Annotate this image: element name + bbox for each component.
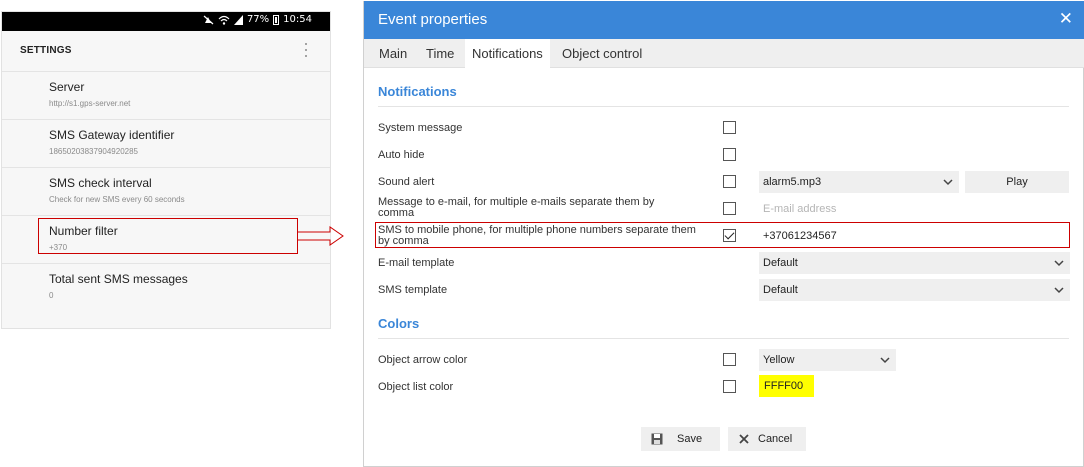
email-message-checkbox[interactable] xyxy=(723,202,736,215)
sms-template-value: Default xyxy=(763,284,798,296)
setting-item-sms-check-interval[interactable]: SMS check interval Check for new SMS eve… xyxy=(2,167,330,215)
page-title: SETTINGS xyxy=(20,45,72,56)
android-settings-screen: 77% 10:54 SETTINGS Server http://s1.gps-… xyxy=(1,11,331,329)
event-properties-dialog: Event properties ✕ Main Time Notificatio… xyxy=(363,1,1084,467)
play-button[interactable]: Play xyxy=(965,171,1069,193)
battery-percent: 77% xyxy=(246,14,270,25)
object-list-color-label: Object list color xyxy=(378,381,454,393)
setting-label: Server xyxy=(49,80,85,94)
email-template-label: E-mail template xyxy=(378,257,455,269)
more-options-icon[interactable] xyxy=(304,43,308,57)
arrow-color-value: Yellow xyxy=(763,354,795,366)
chevron-down-icon xyxy=(880,357,890,364)
settings-header: SETTINGS xyxy=(2,31,330,71)
close-icon[interactable]: ✕ xyxy=(1059,9,1073,29)
chevron-down-icon xyxy=(1054,260,1064,267)
email-template-select[interactable]: Default xyxy=(759,252,1070,274)
tab-bar: Main Time Notifications Object control xyxy=(364,39,1084,68)
setting-value: http://s1.gps-server.net xyxy=(49,99,131,108)
email-address-input[interactable]: E-mail address xyxy=(759,198,1070,220)
dialog-titlebar: Event properties ✕ xyxy=(364,1,1084,39)
email-template-value: Default xyxy=(763,257,798,269)
sound-select[interactable]: alarm5.mp3 xyxy=(759,171,959,193)
tab-notifications[interactable]: Notifications xyxy=(465,39,550,68)
auto-hide-checkbox[interactable] xyxy=(723,148,736,161)
close-icon xyxy=(739,434,749,444)
section-divider xyxy=(378,338,1069,339)
setting-value: Check for new SMS every 60 seconds xyxy=(49,195,185,204)
system-message-checkbox[interactable] xyxy=(723,121,736,134)
object-arrow-color-checkbox[interactable] xyxy=(723,353,736,366)
chevron-down-icon xyxy=(943,179,953,186)
floppy-disk-icon xyxy=(651,433,663,445)
sound-alert-checkbox[interactable] xyxy=(723,175,736,188)
auto-hide-label: Auto hide xyxy=(378,149,425,161)
object-arrow-color-label: Object arrow color xyxy=(378,354,468,366)
sound-alert-label: Sound alert xyxy=(378,176,435,188)
sms-template-label: SMS template xyxy=(378,284,448,296)
dialog-title: Event properties xyxy=(378,11,488,28)
setting-value: 18650203837904920285 xyxy=(49,147,138,156)
save-button[interactable]: Save xyxy=(641,427,720,451)
number-filter-highlight xyxy=(38,218,298,254)
arrow-color-select[interactable]: Yellow xyxy=(759,349,896,371)
cancel-button[interactable]: Cancel xyxy=(728,427,806,451)
tab-object-control[interactable]: Object control xyxy=(555,39,649,68)
cancel-label: Cancel xyxy=(758,433,793,445)
setting-label: Total sent SMS messages xyxy=(49,272,188,286)
section-title-colors: Colors xyxy=(378,316,420,331)
clock: 10:54 xyxy=(283,14,312,25)
sms-template-select[interactable]: Default xyxy=(759,279,1070,301)
setting-value: 0 xyxy=(49,291,54,300)
tab-main[interactable]: Main xyxy=(372,39,414,68)
wifi-icon xyxy=(218,15,230,25)
section-title-notifications: Notifications xyxy=(378,84,457,99)
email-message-label: Message to e-mail, for multiple e-mails … xyxy=(378,196,655,219)
save-label: Save xyxy=(677,433,703,445)
setting-label: SMS check interval xyxy=(49,176,152,190)
chevron-down-icon xyxy=(1054,287,1064,294)
mute-icon xyxy=(203,15,214,24)
setting-item-server[interactable]: Server http://s1.gps-server.net xyxy=(2,71,330,119)
sound-select-value: alarm5.mp3 xyxy=(763,176,822,188)
setting-item-sms-gateway-identifier[interactable]: SMS Gateway identifier 18650203837904920… xyxy=(2,119,330,167)
sms-row-highlight xyxy=(375,222,1070,248)
right-arrow-icon xyxy=(298,226,344,246)
section-divider xyxy=(378,106,1069,107)
setting-label: SMS Gateway identifier xyxy=(49,128,175,142)
status-bar: 77% 10:54 xyxy=(2,12,330,31)
battery-icon xyxy=(273,14,280,25)
signal-icon xyxy=(233,14,243,25)
object-list-color-checkbox[interactable] xyxy=(723,380,736,393)
list-color-swatch-input[interactable]: FFFF00 xyxy=(759,375,814,397)
tab-time[interactable]: Time xyxy=(419,39,461,68)
setting-item-total-sent-sms[interactable]: Total sent SMS messages 0 xyxy=(2,263,330,311)
system-message-label: System message xyxy=(378,122,463,134)
